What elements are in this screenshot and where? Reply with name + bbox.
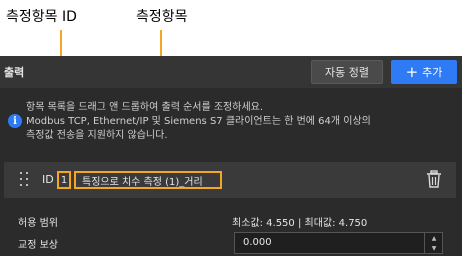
add-button[interactable]: + 추가	[391, 60, 457, 84]
spin-up-icon[interactable]: ▲	[425, 233, 443, 243]
callout-name-label: 측정항목	[136, 9, 188, 25]
offset-label: 교정 보상	[18, 240, 58, 251]
drag-handle-icon[interactable]	[20, 172, 30, 188]
info-line-1: 항목 목록을 드래그 앤 드롭하여 출력 순서를 조정하세요.	[26, 102, 264, 113]
callout-id-label: 측정항목 ID	[6, 9, 77, 25]
add-button-label: 추가	[422, 66, 443, 79]
info-line-3: 측정값 전송을 지원하지 않습니다.	[26, 130, 168, 141]
plus-icon: +	[405, 62, 419, 81]
spin-buttons: ▲ ▼	[424, 233, 442, 253]
offset-spinbox[interactable]: 0.000 ▲ ▼	[234, 232, 443, 254]
item-id-label: ID	[42, 173, 54, 186]
trash-icon[interactable]	[426, 170, 442, 188]
item-name: 특징으로 치수 측정 (1)_거리	[74, 171, 222, 189]
auto-sort-button[interactable]: 자동 정렬	[311, 60, 383, 84]
tolerance-range: 최소값: 4.550 | 최대값: 4.750	[232, 218, 368, 229]
spin-down-icon[interactable]: ▼	[425, 243, 443, 253]
panel-title: 출력	[4, 66, 25, 79]
offset-value[interactable]: 0.000	[243, 237, 272, 248]
output-panel: 출력 자동 정렬 + 추가 i 항목 목록을 드래그 앤 드롭하여 출력 순서를…	[0, 56, 462, 256]
info-message: i 항목 목록을 드래그 앤 드롭하여 출력 순서를 조정하세요. Modbus…	[4, 94, 456, 146]
panel-header: 출력 자동 정렬 + 추가	[0, 56, 462, 88]
item-id-value: 1	[57, 171, 71, 189]
measurement-item-row[interactable]: ID 1 특징으로 치수 측정 (1)_거리	[4, 162, 456, 198]
info-line-2: Modbus TCP, Ethernet/IP 및 Siemens S7 클라이…	[26, 116, 371, 127]
tolerance-label: 허용 범위	[18, 218, 58, 229]
info-icon: i	[8, 114, 22, 128]
